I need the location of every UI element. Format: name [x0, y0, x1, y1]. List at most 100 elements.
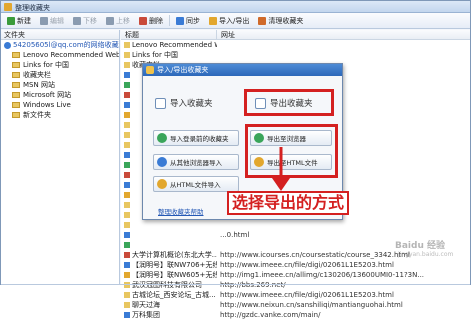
annotation-label: 选择导出的方式	[227, 191, 350, 215]
window-title: 整理收藏夹	[15, 4, 50, 12]
bookmark-row[interactable]	[121, 220, 470, 230]
tree-item-folder[interactable]: Windows Live	[1, 100, 119, 110]
app-icon	[4, 3, 12, 11]
folder-icon	[12, 92, 20, 98]
page-icon	[124, 272, 130, 278]
bookmark-title: 【润明号】联NW605+无线...	[121, 270, 217, 280]
tree-item-folder[interactable]: Microsoft 网站	[1, 90, 119, 100]
folder-icon	[12, 112, 20, 118]
page-icon	[124, 182, 130, 188]
bookmark-title	[121, 222, 217, 228]
folder-icon	[124, 52, 130, 58]
dialog-title: 导入/导出收藏夹	[157, 66, 209, 74]
import-export-button[interactable]: 导入/导出	[205, 14, 253, 27]
bookmark-title-text: 【润明号】联NW706+无线...	[132, 261, 217, 269]
bookmark-title-text: 武汉冠图科技有限公司	[132, 281, 202, 289]
page-icon	[124, 122, 130, 128]
browser-icon	[157, 157, 167, 167]
page-icon	[124, 252, 130, 258]
bookmark-row[interactable]: 【润明号】联NW605+无线... http://img1.imeee.cn/al…	[121, 270, 470, 280]
page-icon	[124, 242, 130, 248]
bookmark-row[interactable]: Links for 中国	[121, 50, 470, 60]
tree-item-folder[interactable]: Links for 中国	[1, 60, 119, 70]
bookmark-title-text: Lenovo Recommended Web...	[132, 41, 217, 49]
bookmark-row[interactable]: 武汉冠图科技有限公司 http://bbs.269.net/	[121, 280, 470, 290]
sync-button[interactable]: 同步	[172, 14, 204, 27]
page-icon	[124, 102, 130, 108]
page-icon	[124, 202, 130, 208]
bookmark-url: http://gzdc.vanke.com/main/	[220, 311, 321, 319]
arrow-up-icon	[106, 16, 114, 25]
tree-item-folder[interactable]: MSN 网站	[1, 80, 119, 90]
bookmark-row[interactable]: 聊天过海 http://www.neixun.cn/sanshiliqi/mant…	[121, 300, 470, 310]
import-other-browser-button[interactable]: 从其他浏览器导入	[153, 154, 239, 170]
delete-button[interactable]: 删除	[135, 14, 167, 27]
import-html-button[interactable]: 从HTML文件导入	[153, 176, 239, 192]
title-bar: 整理收藏夹	[1, 1, 470, 13]
move-down-button[interactable]: 下移	[69, 14, 101, 27]
page-icon	[124, 72, 130, 78]
tree-item-folder[interactable]: Lenovo Recommended Websites	[1, 50, 119, 60]
export-heading-highlight	[244, 89, 334, 116]
page-icon	[124, 222, 130, 228]
import-logged-button[interactable]: 导入登录前的收藏夹	[153, 130, 239, 146]
page-icon	[124, 192, 130, 198]
bookmark-title: Lenovo Recommended Web...	[121, 41, 217, 49]
bookmark-url: http://www.neixun.cn/sanshiliqi/mantiang…	[220, 301, 403, 309]
tree-item-folder[interactable]: 收藏夹栏	[1, 70, 119, 80]
page-icon	[124, 92, 130, 98]
watermark-url: jingyan.baidu.com	[398, 251, 454, 258]
folder-icon	[12, 52, 20, 58]
broom-icon	[258, 16, 267, 25]
bookmark-title: 万科集团	[121, 310, 217, 320]
page-icon	[124, 162, 130, 168]
page-icon	[124, 132, 130, 138]
edit-button[interactable]: 编辑	[36, 14, 68, 27]
page-icon	[124, 292, 130, 298]
import-logged-icon	[157, 133, 167, 143]
folder-icon	[12, 72, 20, 78]
globe-icon	[4, 41, 11, 49]
tree-item-folder[interactable]: 新文件夹	[1, 110, 119, 120]
bookmark-title-text: Links for 中国	[132, 51, 179, 59]
bookmark-row[interactable]: 古城论坛_西安论坛_古城... http://www.imeee.cn/file/…	[121, 290, 470, 300]
dialog-icon	[146, 66, 154, 74]
toolbar-divider	[169, 15, 170, 26]
bookmark-row[interactable]: 万科集团 http://gzdc.vanke.com/main/	[121, 310, 470, 320]
bookmark-title-text: 古城论坛_西安论坛_古城...	[132, 291, 216, 299]
bookmark-title: 大学计算机概论(东北大学...	[121, 250, 217, 260]
new-icon	[7, 16, 15, 25]
delete-icon	[139, 16, 147, 25]
move-up-button[interactable]: 上移	[102, 14, 134, 27]
help-link[interactable]: 整理收藏夹帮助	[158, 206, 204, 216]
clean-favorites-button[interactable]: 清理收藏夹	[254, 14, 307, 27]
page-icon	[124, 312, 130, 318]
bookmark-title: Links for 中国	[121, 50, 217, 60]
watermark-logo: Baidu 经验	[395, 241, 446, 251]
page-icon	[124, 112, 130, 118]
bookmark-row[interactable]: 【润明号】联NW706+无线... http://www.imeee.cn/fil…	[121, 260, 470, 270]
folder-pane: 文件夹 54205605l@qq.com的网络收藏夹 Lenovo Recomm…	[1, 30, 120, 284]
new-button[interactable]: 新建	[3, 14, 35, 27]
bookmark-row[interactable]: Lenovo Recommended Web...	[121, 40, 470, 50]
bookmark-title	[121, 242, 217, 248]
bookmark-title: 聊天过海	[121, 300, 217, 310]
bookmark-title: 武汉冠图科技有限公司	[121, 280, 217, 290]
bookmark-title-text: 大学计算机概论(东北大学...	[132, 251, 217, 259]
page-icon	[124, 262, 130, 268]
page-icon	[124, 212, 130, 218]
tree-root-account[interactable]: 54205605l@qq.com的网络收藏夹	[1, 40, 119, 50]
bookmark-url: http://bbs.269.net/	[220, 281, 286, 289]
bookmark-url: http://img1.imeee.cn/allimg/c130206/1360…	[220, 271, 425, 279]
page-icon	[124, 82, 130, 88]
dialog-title-bar: 导入/导出收藏夹	[143, 64, 342, 76]
folder-icon	[124, 42, 130, 48]
bookmark-title: 古城论坛_西安论坛_古城...	[121, 290, 217, 300]
bookmark-title-text: 聊天过海	[132, 301, 160, 309]
column-header-url[interactable]: 网址	[217, 30, 470, 39]
bookmark-title-text: 万科集团	[132, 311, 160, 319]
edit-icon	[40, 16, 48, 25]
column-header-title[interactable]: 标题	[121, 30, 217, 39]
page-icon	[124, 302, 130, 308]
toolbar: 新建 编辑 下移 上移 删除 同步 导入/导出 清理收藏夹	[1, 13, 470, 29]
